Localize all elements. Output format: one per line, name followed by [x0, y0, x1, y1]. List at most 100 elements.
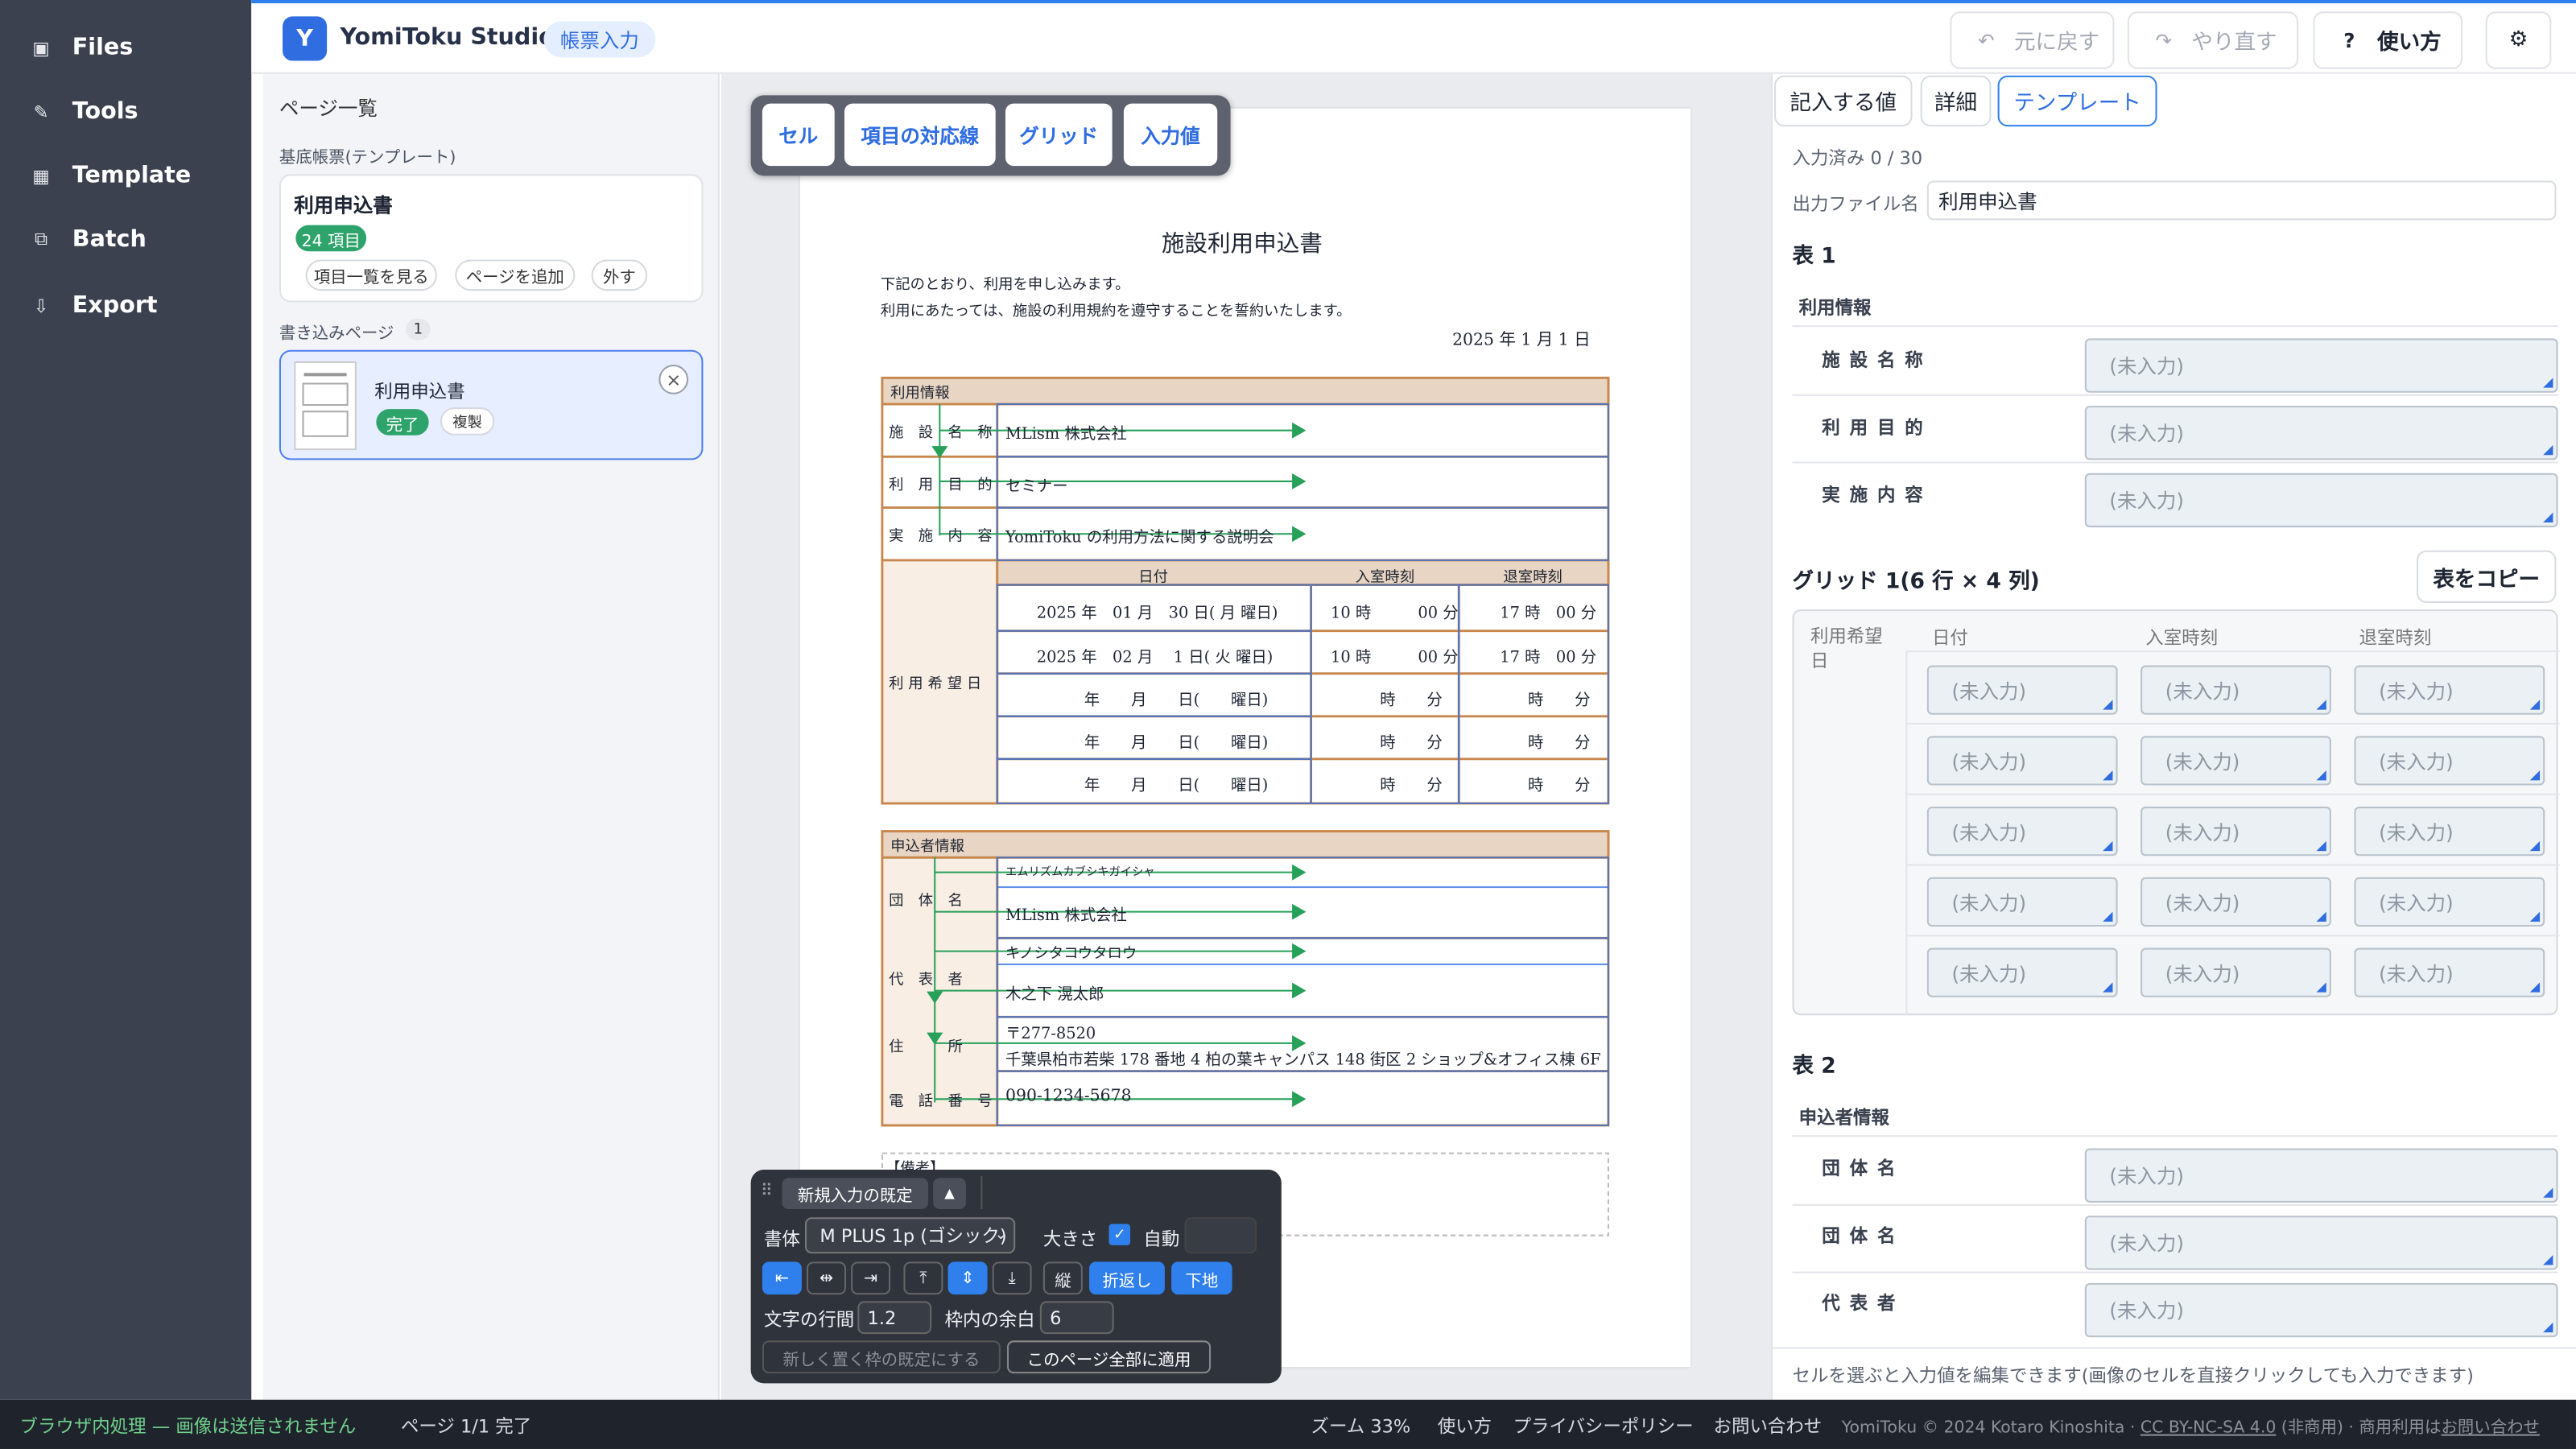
representative-field[interactable]: (未入力) — [2084, 1282, 2558, 1338]
wish-out-cell[interactable]: 時 分 — [1528, 772, 1591, 795]
mode-badge[interactable]: 帳票入力 — [543, 21, 656, 58]
wish-date-cell[interactable]: 年 月 日( 曜日) — [1084, 772, 1268, 795]
tab-values[interactable]: 記入する値 — [1774, 75, 1913, 127]
commercial-contact-link[interactable]: お問い合わせ — [2441, 1419, 2539, 1437]
cell-toggle-button[interactable]: セル — [762, 103, 835, 167]
wish-in-cell[interactable]: 時 分 — [1380, 687, 1443, 709]
table2-fields: 団 体 名 (未入力) 団 体 名 (未入力) 代 表 者 (未入力) — [1792, 1135, 2558, 1339]
vertical-text-button[interactable]: 縦 — [1042, 1261, 1083, 1295]
document-canvas: 施設利用申込書 下記のとおり、利用を申し込みます。 利用にあたっては、施設の利用… — [720, 73, 1771, 1400]
grid-cell[interactable]: (未入力) — [1926, 877, 2118, 927]
wish-date-cell[interactable]: 年 月 日( 曜日) — [1084, 729, 1268, 752]
field-value[interactable]: 〒277-8520 — [1005, 1020, 1096, 1042]
page-card[interactable]: 利用申込書 完了 複製 × — [279, 349, 704, 460]
privacy-policy-link[interactable]: プライバシーポリシー — [1513, 1413, 1694, 1439]
grid-cell[interactable]: (未入力) — [2354, 665, 2545, 715]
wish-out-cell[interactable]: 17 時 00 分 — [1500, 600, 1596, 622]
wish-in-cell[interactable]: 時 分 — [1380, 729, 1443, 752]
grid-cell[interactable]: (未入力) — [2354, 877, 2545, 927]
wish-in-cell[interactable]: 10 時 00 分 — [1331, 644, 1459, 667]
field-value[interactable]: 木之下 滉太郎 — [1005, 980, 1104, 1003]
grid-cell[interactable]: (未入力) — [2354, 947, 2545, 997]
mapping-lines-toggle-button[interactable]: 項目の対応線 — [844, 103, 996, 167]
add-page-button[interactable]: ページを追加 — [455, 259, 576, 291]
valign-bottom-button[interactable]: ⤓ — [992, 1261, 1032, 1295]
size-input[interactable] — [1184, 1217, 1257, 1254]
grid-cell[interactable]: (未入力) — [1926, 736, 2118, 786]
grid-cell[interactable]: (未入力) — [2140, 877, 2331, 927]
base-template-card[interactable]: 利用申込書 24 項目 項目一覧を見る ページを追加 外す — [279, 174, 704, 303]
grid-cell[interactable]: (未入力) — [1926, 807, 2118, 857]
grid-cell[interactable]: (未入力) — [2354, 736, 2545, 786]
content-field[interactable]: (未入力) — [2084, 473, 2558, 528]
apply-all-button[interactable]: このページ全部に適用 — [1007, 1340, 1212, 1374]
align-left-button[interactable]: ⇤ — [762, 1261, 802, 1295]
view-items-button[interactable]: 項目一覧を見る — [305, 259, 437, 291]
field-value[interactable]: セミナー — [1005, 473, 1068, 496]
sidebar-item-tools[interactable]: ✎ Tools — [0, 87, 251, 136]
contact-link[interactable]: お問い合わせ — [1714, 1413, 1823, 1439]
panel-title[interactable]: 新規入力の既定 — [782, 1178, 929, 1210]
help-button[interactable]: ? 使い方 — [2313, 11, 2463, 69]
drag-handle-icon[interactable]: ⠿ — [761, 1183, 773, 1200]
wish-in-cell[interactable]: 時 分 — [1380, 772, 1443, 795]
wish-date-cell[interactable]: 年 月 日( 曜日) — [1084, 687, 1268, 709]
grid-cell[interactable]: (未入力) — [2140, 807, 2331, 857]
grid-cell[interactable]: (未入力) — [2354, 807, 2545, 857]
license-link[interactable]: CC BY-NC-SA 4.0 — [2140, 1419, 2276, 1437]
wish-date-cell[interactable]: 2025 年 01 月 30 日( 月 曜日) — [1037, 600, 1278, 622]
undo-button[interactable]: ↶ 元に戻す — [1950, 11, 2115, 69]
collapse-icon[interactable]: ▲ — [933, 1178, 966, 1210]
field-value[interactable]: MLism 株式会社 — [1005, 902, 1127, 925]
overlay-toolbar: セル 項目の対応線 グリッド 入力値 — [750, 95, 1231, 176]
wish-in-cell[interactable]: 10 時 00 分 — [1331, 600, 1459, 622]
font-select[interactable]: M PLUS 1p (ゴシック) ⌄ — [804, 1217, 1016, 1254]
input-values-toggle-button[interactable]: 入力値 — [1123, 103, 1218, 167]
background-button[interactable]: 下地 — [1171, 1261, 1232, 1295]
detach-button[interactable]: 外す — [591, 259, 648, 291]
line-height-input[interactable]: 1.2 — [857, 1301, 932, 1335]
field-value[interactable]: 千葉県柏市若柴 178 番地 4 柏の葉キャンパス 148 街区 2 ショップ&… — [1005, 1046, 1601, 1069]
group-name-field[interactable]: (未入力) — [2084, 1148, 2558, 1203]
help-link[interactable]: 使い方 — [1438, 1413, 1492, 1439]
align-center-button[interactable]: ⇹ — [807, 1261, 847, 1295]
undo-icon: ↶ — [1978, 28, 1995, 52]
close-icon[interactable]: × — [658, 365, 689, 394]
auto-size-checkbox[interactable]: ✓ — [1108, 1224, 1131, 1245]
grid-cell[interactable]: (未入力) — [1926, 665, 2118, 715]
output-filename-field[interactable]: 利用申込書 — [1926, 180, 2557, 221]
field-value[interactable]: エムリズムカブシキガイシャ — [1005, 864, 1155, 880]
set-default-button[interactable]: 新しく置く枠の既定にする — [762, 1340, 1001, 1374]
field-value[interactable]: YomiToku の利用方法に関する説明会 — [1005, 524, 1274, 547]
wish-out-cell[interactable]: 時 分 — [1528, 687, 1591, 709]
redo-button[interactable]: ↷ やり直す — [2127, 11, 2299, 69]
valign-top-button[interactable]: ⤒ — [903, 1261, 943, 1295]
settings-button[interactable]: ⚙ — [2485, 11, 2552, 69]
padding-input[interactable]: 6 — [1039, 1301, 1114, 1335]
wish-date-cell[interactable]: 2025 年 02 月 1 日( 火 曜日) — [1037, 644, 1274, 667]
duplicate-button[interactable]: 複製 — [440, 407, 495, 436]
grid-cell[interactable]: (未入力) — [2140, 736, 2331, 786]
copy-table-button[interactable]: 表をコピー — [2417, 550, 2557, 603]
field-value[interactable]: MLism 株式会社 — [1005, 420, 1127, 444]
facility-name-field[interactable]: (未入力) — [2084, 338, 2558, 393]
sidebar-item-export[interactable]: ⇩ Export — [0, 281, 251, 330]
grid-cell[interactable]: (未入力) — [2140, 947, 2331, 997]
tab-template[interactable]: テンプレート — [1997, 75, 2157, 127]
align-right-button[interactable]: ⇥ — [851, 1261, 891, 1295]
tab-details[interactable]: 詳細 — [1920, 75, 1992, 127]
sidebar-item-batch[interactable]: ⧉ Batch — [0, 215, 251, 264]
wish-out-cell[interactable]: 17 時 00 分 — [1500, 644, 1596, 667]
wrap-button[interactable]: 折返し — [1089, 1261, 1165, 1295]
valign-middle-button[interactable]: ⇕ — [947, 1261, 988, 1295]
sidebar-item-files[interactable]: ▣ Files — [0, 23, 251, 72]
purpose-field[interactable]: (未入力) — [2084, 406, 2558, 460]
grid-cell[interactable]: (未入力) — [1926, 947, 2118, 997]
grid-cell[interactable]: (未入力) — [2140, 665, 2331, 715]
wish-out-cell[interactable]: 時 分 — [1528, 729, 1591, 752]
group-name-field-2[interactable]: (未入力) — [2084, 1216, 2558, 1270]
field-value[interactable]: 090-1234-5678 — [1005, 1088, 1132, 1105]
field-value[interactable]: キノシタコウタロウ — [1005, 941, 1137, 963]
sidebar-item-template[interactable]: ▦ Template — [0, 151, 251, 200]
grid-toggle-button[interactable]: グリッド — [1005, 103, 1113, 167]
